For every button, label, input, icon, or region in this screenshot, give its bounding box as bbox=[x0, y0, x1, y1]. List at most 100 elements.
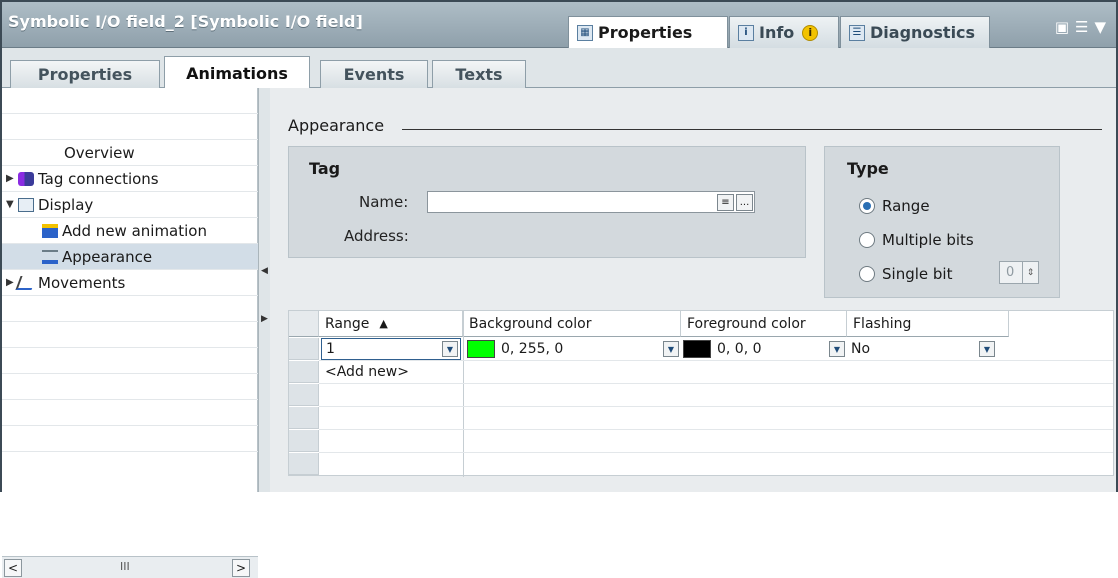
dropdown-arrow-icon[interactable]: ▼ bbox=[663, 341, 679, 357]
tag-list-icon[interactable]: ≡ bbox=[717, 194, 734, 211]
radio-single-bit[interactable]: Single bit bbox=[859, 265, 952, 283]
foreground-color-field[interactable]: 0, 0, 0 ▼ bbox=[683, 338, 847, 360]
chevron-down-icon[interactable]: ▼ bbox=[1094, 18, 1106, 36]
tag-browse-button[interactable]: ... bbox=[736, 194, 753, 211]
dropdown-arrow-icon[interactable]: ▼ bbox=[442, 341, 458, 357]
tree-blank-row bbox=[2, 88, 258, 114]
subtab-bar: Properties Animations Events Texts bbox=[2, 48, 1116, 89]
row-header[interactable] bbox=[289, 338, 319, 360]
info-warning-icon: i bbox=[802, 24, 819, 41]
tree-item-display[interactable]: ▼ Display bbox=[2, 192, 258, 218]
row-divider bbox=[319, 406, 1113, 407]
pane-splitter[interactable]: ◀ ▶ bbox=[258, 88, 270, 492]
range-value-field[interactable]: 1 ▼ bbox=[321, 338, 461, 360]
tab-properties-label: Properties bbox=[598, 23, 693, 42]
tree-blank-row bbox=[2, 322, 258, 348]
scroll-grip-icon[interactable]: III bbox=[120, 560, 130, 573]
add-new-row[interactable]: <Add new> bbox=[325, 361, 409, 383]
expand-right-icon[interactable]: ▶ bbox=[261, 314, 268, 326]
range-value: 1 bbox=[326, 341, 335, 357]
collapse-left-icon[interactable]: ◀ bbox=[261, 266, 268, 278]
radio-single-bit-label: Single bit bbox=[882, 265, 953, 283]
tag-group-title: Tag bbox=[309, 159, 341, 178]
dropdown-arrow-icon[interactable]: ▼ bbox=[829, 341, 845, 357]
tree-blank-row bbox=[2, 296, 258, 322]
subtab-texts[interactable]: Texts bbox=[432, 60, 526, 88]
row-header[interactable] bbox=[289, 430, 319, 452]
bit-number-value: 0 bbox=[1006, 265, 1015, 280]
title-bar: Symbolic I/O field_2 [Symbolic I/O field… bbox=[2, 2, 1116, 48]
add-animation-icon bbox=[42, 223, 58, 238]
row-header[interactable] bbox=[289, 407, 319, 429]
tree-item-add-new-animation[interactable]: Add new animation bbox=[2, 218, 258, 244]
subtab-events[interactable]: Events bbox=[320, 60, 428, 88]
table-corner bbox=[289, 311, 319, 337]
range-table: Range ▲ Background color Foreground colo… bbox=[288, 310, 1114, 477]
radio-range-label: Range bbox=[882, 197, 930, 215]
tab-properties[interactable]: ▦ Properties bbox=[568, 16, 728, 48]
section-title: Appearance bbox=[288, 116, 385, 135]
background-color-field[interactable]: 0, 255, 0 ▼ bbox=[467, 338, 681, 360]
radio-range[interactable]: Range bbox=[859, 197, 930, 215]
tag-name-input[interactable]: ≡ ... bbox=[427, 191, 755, 213]
column-header-label: Range bbox=[325, 315, 370, 332]
appearance-icon bbox=[42, 249, 58, 264]
subtab-properties[interactable]: Properties bbox=[10, 60, 160, 88]
tree-item-tag-connections[interactable]: ▶ Tag connections bbox=[2, 166, 258, 192]
flashing-value: No bbox=[851, 341, 871, 357]
collapse-arrow-icon[interactable]: ▼ bbox=[6, 199, 18, 210]
subtab-animations[interactable]: Animations bbox=[164, 56, 310, 89]
tree-item-movements[interactable]: ▶ Movements bbox=[2, 270, 258, 296]
diagnostics-icon: ☰ bbox=[849, 24, 865, 41]
row-divider bbox=[319, 452, 1113, 453]
radio-multiple-bits-label: Multiple bits bbox=[882, 231, 974, 249]
flashing-field[interactable]: No ▼ bbox=[851, 338, 1009, 360]
bit-number-spinner[interactable]: 0 ⇕ bbox=[999, 261, 1039, 284]
animation-tree: Overview ▶ Tag connections ▼ Display Add… bbox=[2, 88, 258, 578]
tree-horizontal-scrollbar[interactable]: < III > bbox=[2, 556, 258, 578]
row-divider bbox=[319, 429, 1113, 430]
float-window-icon[interactable]: ▣ bbox=[1055, 18, 1069, 36]
row-divider bbox=[319, 383, 1113, 384]
tab-info-label: Info bbox=[759, 23, 795, 42]
properties-inspector-window: Symbolic I/O field_2 [Symbolic I/O field… bbox=[0, 0, 1118, 578]
scroll-left-button[interactable]: < bbox=[4, 559, 22, 577]
spinner-arrows-icon[interactable]: ⇕ bbox=[1022, 262, 1038, 283]
sort-ascending-icon: ▲ bbox=[379, 317, 388, 330]
tree-blank-row bbox=[2, 348, 258, 374]
radio-unselected-icon bbox=[859, 232, 875, 248]
section-divider bbox=[402, 129, 1102, 130]
tree-item-overview[interactable]: Overview bbox=[2, 140, 258, 166]
appearance-panel: Appearance Tag Name: ≡ ... Address: Type… bbox=[270, 88, 1116, 492]
window-controls: ▣ ☰ ▼ bbox=[1055, 18, 1106, 36]
menu-icon[interactable]: ☰ bbox=[1075, 18, 1088, 36]
radio-unselected-icon bbox=[859, 266, 875, 282]
row-header[interactable] bbox=[289, 453, 319, 475]
tree-item-label: Display bbox=[38, 195, 94, 214]
scroll-right-button[interactable]: > bbox=[232, 559, 250, 577]
expand-arrow-icon[interactable]: ▶ bbox=[6, 173, 18, 184]
tree-blank-row bbox=[2, 400, 258, 426]
tree-item-label: Tag connections bbox=[38, 169, 159, 188]
tree-item-appearance[interactable]: Appearance bbox=[2, 244, 258, 270]
row-header[interactable] bbox=[289, 384, 319, 406]
row-divider bbox=[319, 360, 1113, 361]
name-label: Name: bbox=[359, 193, 409, 211]
dropdown-arrow-icon[interactable]: ▼ bbox=[979, 341, 995, 357]
radio-multiple-bits[interactable]: Multiple bits bbox=[859, 231, 974, 249]
properties-icon: ▦ bbox=[577, 24, 593, 41]
type-group-title: Type bbox=[847, 159, 889, 178]
row-header[interactable] bbox=[289, 361, 319, 383]
tab-diagnostics[interactable]: ☰ Diagnostics bbox=[840, 16, 990, 48]
type-group: Type Range Multiple bits Single bit 0 ⇕ bbox=[824, 146, 1060, 298]
column-header-label: Foreground color bbox=[687, 315, 806, 332]
tab-info[interactable]: i Info i bbox=[729, 16, 839, 48]
tree-item-label: Overview bbox=[64, 143, 135, 162]
display-icon bbox=[18, 197, 34, 212]
column-header-range[interactable]: Range ▲ bbox=[319, 311, 463, 337]
info-icon: i bbox=[738, 24, 754, 41]
tree-blank-row bbox=[2, 114, 258, 140]
column-header-flashing[interactable]: Flashing bbox=[847, 311, 1009, 337]
column-header-foreground-color[interactable]: Foreground color bbox=[681, 311, 847, 337]
column-header-background-color[interactable]: Background color bbox=[463, 311, 681, 337]
